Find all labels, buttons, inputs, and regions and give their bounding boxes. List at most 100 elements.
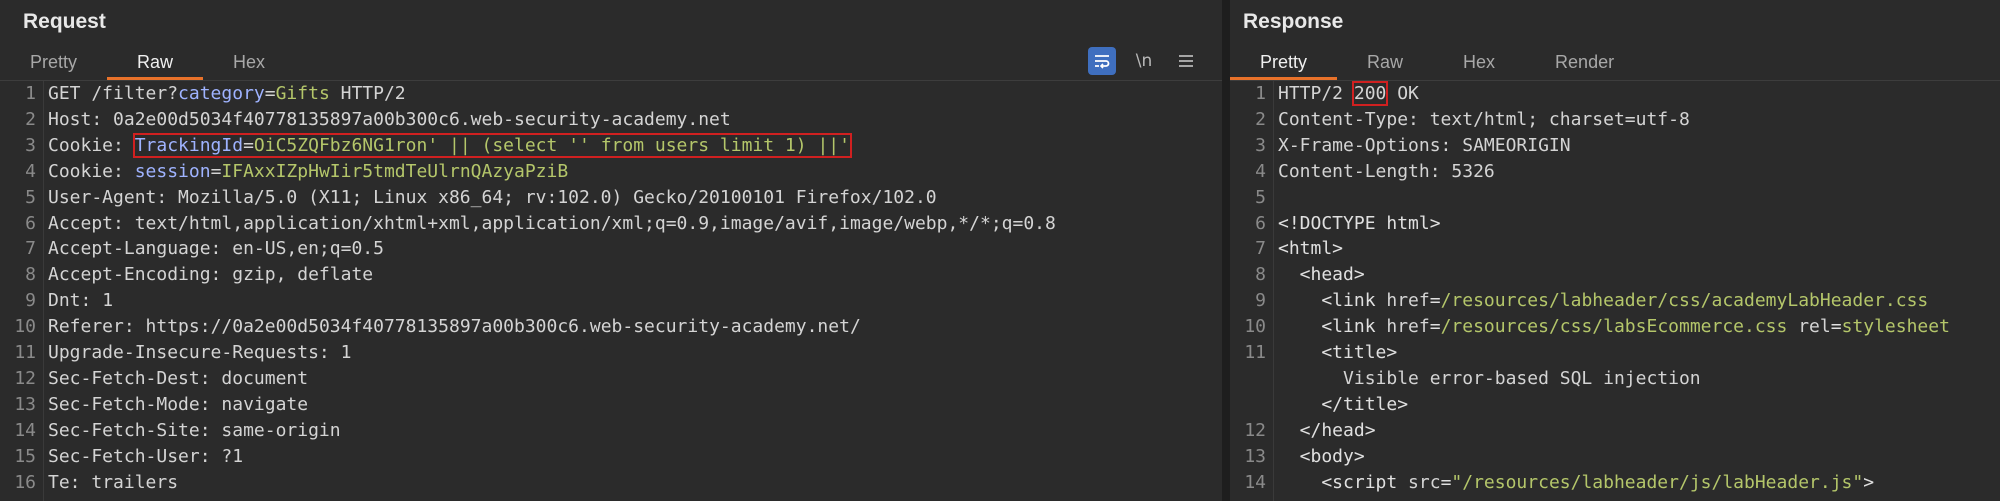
code-token: Sec-Fetch-User:	[48, 445, 222, 467]
line-number: 8	[25, 264, 36, 286]
line-content: Upgrade-Insecure-Requests: 1	[48, 340, 351, 366]
injection-highlight: TrackingId=OiC5ZQFbz6NG1ron' || (select …	[132, 132, 852, 158]
line-number: 12	[1244, 419, 1266, 441]
line-number: 9	[25, 290, 36, 312]
panel-splitter[interactable]	[1222, 0, 1230, 501]
line-content: <link href=/resources/css/labsEcommerce.…	[1278, 314, 1950, 340]
line-content: GET /filter?category=Gifts HTTP/2	[48, 81, 406, 107]
code-token: =	[210, 160, 222, 182]
code-token: </head>	[1278, 419, 1376, 441]
request-editor[interactable]: 1 GET /filter?category=Gifts HTTP/2 2 Host:…	[0, 81, 1222, 501]
code-token: HTTP/2	[329, 83, 406, 104]
code-token: href	[1386, 316, 1430, 338]
line-content: Content-Type: text/html; charset=utf-8	[1278, 107, 1690, 133]
line-number: 1	[25, 83, 36, 104]
line-number: 4	[1255, 160, 1266, 182]
request-tab-raw[interactable]: Raw	[107, 48, 204, 80]
line-number: 5	[25, 186, 36, 208]
code-line: 12 </head>	[1230, 418, 2000, 444]
code-token: session	[134, 160, 211, 182]
code-token: <head>	[1278, 264, 1365, 286]
code-token: <link	[1278, 316, 1387, 338]
response-panel: Response Pretty Raw Hex Render 1 HTTP/2 200 …	[1230, 0, 2000, 501]
code-token: gzip, deflate	[232, 264, 374, 286]
line-number: 3	[1255, 134, 1266, 156]
line-content: Sec-Fetch-User: ?1	[48, 444, 243, 470]
code-line: 2 Host: 0a2e00d5034f40778135897a00b300c6.…	[0, 107, 1222, 133]
code-line: 11 <title>	[1230, 340, 2000, 366]
code-token: SAMEORIGIN	[1462, 134, 1571, 156]
line-number: 9	[1255, 290, 1266, 312]
code-token: 1	[102, 290, 114, 312]
line-content: <link href=/resources/labheader/css/acad…	[1278, 288, 1928, 314]
code-token: "/resources/labheader/js/labHeader.js"	[1451, 471, 1864, 493]
line-content: Cookie: session=IFAxxIZpHwIir5tmdTeUlrnQ…	[48, 159, 568, 185]
code-token: X-Frame-Options:	[1278, 134, 1463, 156]
line-content: Content-Length: 5326	[1278, 159, 1495, 185]
code-token: Accept:	[48, 212, 135, 234]
code-token: =	[1440, 471, 1452, 493]
line-content: Sec-Fetch-Site: same-origin	[48, 418, 341, 444]
line-content: <!DOCTYPE html>	[1278, 211, 1441, 237]
response-editor[interactable]: 1 HTTP/2 200 OK 2 Content-Type: text/html; …	[1230, 81, 2000, 501]
code-token: Gifts	[275, 83, 330, 104]
code-token: href	[1386, 290, 1430, 312]
response-tab-raw[interactable]: Raw	[1337, 48, 1433, 80]
code-line: 13 <body>	[1230, 444, 2000, 470]
line-content: <title>	[1278, 340, 1397, 366]
line-number: 16	[14, 471, 36, 493]
code-line: 4 Cookie: session=IFAxxIZpHwIir5tmdTeUlrn…	[0, 159, 1222, 185]
line-content: <body>	[1278, 444, 1365, 470]
code-token: same-origin	[221, 419, 341, 441]
code-line: 14 <script src="/resources/labheader/js/…	[1230, 470, 2000, 496]
code-token: stylesheet	[1841, 316, 1950, 338]
line-content: <html>	[1278, 236, 1343, 262]
response-tab-render[interactable]: Render	[1525, 48, 1644, 80]
code-line: 9 <link href=/resources/labheader/css/ac…	[1230, 288, 2000, 314]
code-line: 6 Accept: text/html,application/xhtml+xml…	[0, 211, 1222, 237]
code-token: OiC5ZQFbz6NG1ron' || (select '' from use…	[253, 134, 850, 156]
line-content: User-Agent: Mozilla/5.0 (X11; Linux x86_…	[48, 185, 937, 211]
code-token: Content-Type:	[1278, 108, 1430, 130]
line-content: Dnt: 1	[48, 288, 113, 314]
line-number: 10	[14, 316, 36, 338]
code-line: 16 Te: trailers	[0, 470, 1222, 496]
code-token: rel	[1787, 316, 1831, 338]
code-line: 8 <head>	[1230, 262, 2000, 288]
code-token: =	[1429, 290, 1441, 312]
code-token: Sec-Fetch-Site:	[48, 419, 222, 441]
response-tab-hex[interactable]: Hex	[1433, 48, 1525, 80]
code-line: 3 Cookie: TrackingId=OiC5ZQFbz6NG1ron' ||…	[0, 132, 1222, 159]
show-newlines-button[interactable]: \n	[1130, 47, 1158, 75]
code-line: 10 <link href=/resources/css/labsEcommer…	[1230, 314, 2000, 340]
line-content: <head>	[1278, 262, 1365, 288]
request-tabs: Pretty Raw Hex	[0, 48, 295, 80]
line-number: 12	[14, 367, 36, 389]
wrap-lines-icon[interactable]	[1088, 47, 1116, 75]
line-number: 4	[25, 160, 36, 182]
code-token: 0a2e00d5034f40778135897a00b300c6.web-sec…	[113, 108, 731, 130]
line-number: 3	[25, 134, 36, 156]
request-tab-pretty[interactable]: Pretty	[0, 48, 107, 80]
line-number: 11	[14, 342, 36, 363]
line-number: 7	[25, 238, 36, 260]
code-line: 6 <!DOCTYPE html>	[1230, 211, 2000, 237]
response-tab-pretty[interactable]: Pretty	[1230, 48, 1338, 80]
code-token: OK	[1386, 83, 1419, 104]
code-token: ?1	[221, 445, 244, 467]
code-token: =	[264, 83, 276, 104]
code-line: 14 Sec-Fetch-Site: same-origin	[0, 418, 1222, 444]
code-token: </title>	[1278, 393, 1409, 415]
code-token: <html>	[1278, 238, 1344, 260]
code-line: 7 <html>	[1230, 236, 2000, 262]
line-content: Accept-Encoding: gzip, deflate	[48, 262, 373, 288]
line-content: Accept-Language: en-US,en;q=0.5	[48, 236, 384, 262]
code-token: Dnt:	[48, 290, 103, 312]
code-token: >	[1863, 471, 1875, 493]
code-line: 10 Referer: https://0a2e00d5034f407781358…	[0, 314, 1222, 340]
hamburger-menu-icon[interactable]	[1172, 47, 1200, 75]
code-line: 11 Upgrade-Insecure-Requests: 1	[0, 340, 1222, 366]
code-token: Sec-Fetch-Mode:	[48, 393, 222, 415]
line-number: 2	[25, 108, 36, 130]
request-tab-hex[interactable]: Hex	[203, 48, 295, 80]
